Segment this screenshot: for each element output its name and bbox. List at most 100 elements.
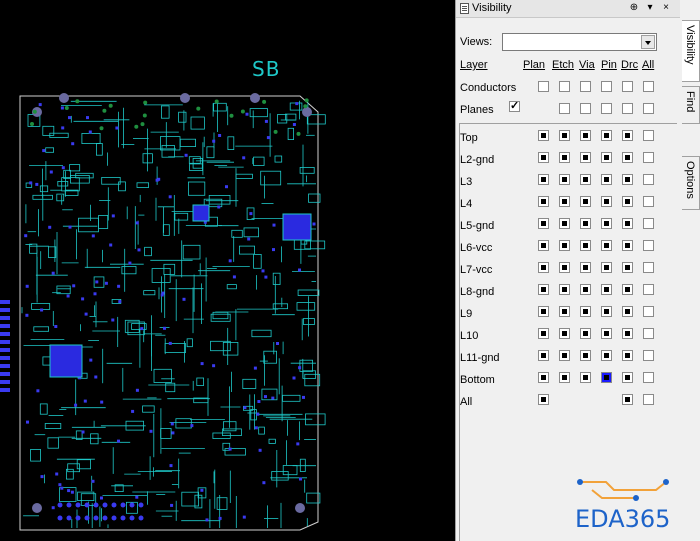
layer-plan-checkbox[interactable] xyxy=(622,240,633,251)
layer-via-checkbox[interactable] xyxy=(559,174,570,185)
layer-all-checkbox[interactable] xyxy=(643,130,654,141)
layer-via-checkbox[interactable] xyxy=(559,152,570,163)
layer-etch-checkbox[interactable] xyxy=(538,130,549,141)
close-button[interactable]: × xyxy=(660,1,672,15)
layer-etch-checkbox[interactable] xyxy=(538,306,549,317)
conductors-etch-checkbox[interactable] xyxy=(559,81,570,92)
conductors-via-checkbox[interactable] xyxy=(580,81,591,92)
conductors-pin-checkbox[interactable] xyxy=(601,81,612,92)
planes-visible-checkbox[interactable] xyxy=(509,99,520,112)
layer-via-checkbox[interactable] xyxy=(559,240,570,251)
layer-all-checkbox[interactable] xyxy=(643,306,654,317)
layer-plan-checkbox[interactable] xyxy=(622,130,633,141)
layer-plan-checkbox[interactable] xyxy=(622,174,633,185)
layer-via-checkbox[interactable] xyxy=(559,284,570,295)
col-header-etch[interactable]: Etch xyxy=(552,59,574,71)
planes-via-checkbox[interactable] xyxy=(580,103,591,114)
layer-via-checkbox[interactable] xyxy=(559,372,570,383)
layer-all-checkbox[interactable] xyxy=(643,372,654,383)
chevron-down-icon[interactable] xyxy=(641,35,655,49)
views-dropdown[interactable] xyxy=(502,33,657,51)
col-header-pin[interactable]: Pin xyxy=(601,59,617,71)
col-header-all[interactable]: All xyxy=(642,59,654,71)
layer-pin-checkbox[interactable] xyxy=(580,262,591,273)
layer-plan-checkbox[interactable] xyxy=(622,372,633,383)
layer-all-checkbox[interactable] xyxy=(643,284,654,295)
layer-pin-checkbox[interactable] xyxy=(580,130,591,141)
layer-plan-checkbox[interactable] xyxy=(622,350,633,361)
layer-all-checkbox[interactable] xyxy=(643,328,654,339)
layer-etch-checkbox[interactable] xyxy=(538,218,549,229)
layer-drc-checkbox[interactable] xyxy=(601,328,612,339)
layer-drc-checkbox[interactable] xyxy=(601,350,612,361)
layer-etch-checkbox[interactable] xyxy=(538,174,549,185)
panel-menu-button[interactable]: ▾ xyxy=(644,1,656,15)
tab-visibility[interactable]: Visibility xyxy=(682,20,700,82)
layer-via-checkbox[interactable] xyxy=(559,130,570,141)
layer-all-checkbox[interactable] xyxy=(643,350,654,361)
conductors-plan-checkbox[interactable] xyxy=(538,81,549,92)
layer-pin-checkbox[interactable] xyxy=(580,152,591,163)
layer-pin-checkbox[interactable] xyxy=(580,218,591,229)
layer-etch-checkbox[interactable] xyxy=(538,196,549,207)
all-plan-checkbox[interactable] xyxy=(622,394,633,405)
layer-pin-checkbox[interactable] xyxy=(580,174,591,185)
layer-plan-checkbox[interactable] xyxy=(622,196,633,207)
layer-all-checkbox[interactable] xyxy=(643,196,654,207)
layer-plan-checkbox[interactable] xyxy=(622,152,633,163)
planes-drc-checkbox[interactable] xyxy=(622,103,633,114)
all-etch-checkbox[interactable] xyxy=(538,394,549,405)
layer-via-checkbox[interactable] xyxy=(559,328,570,339)
layer-all-checkbox[interactable] xyxy=(643,262,654,273)
layer-pin-checkbox[interactable] xyxy=(580,328,591,339)
layer-all-checkbox[interactable] xyxy=(643,174,654,185)
layer-etch-checkbox[interactable] xyxy=(538,284,549,295)
layer-plan-checkbox[interactable] xyxy=(622,328,633,339)
planes-all-checkbox[interactable] xyxy=(643,103,654,114)
layer-pin-checkbox[interactable] xyxy=(580,196,591,207)
layer-pin-checkbox[interactable] xyxy=(580,350,591,361)
layer-drc-checkbox[interactable] xyxy=(601,218,612,229)
layer-drc-checkbox[interactable] xyxy=(601,372,612,383)
conductors-drc-checkbox[interactable] xyxy=(622,81,633,92)
layer-plan-checkbox[interactable] xyxy=(622,306,633,317)
layer-drc-checkbox[interactable] xyxy=(601,284,612,295)
col-header-plan[interactable]: Plan xyxy=(523,59,545,71)
planes-etch-checkbox[interactable] xyxy=(559,103,570,114)
layer-pin-checkbox[interactable] xyxy=(580,306,591,317)
layer-drc-checkbox[interactable] xyxy=(601,306,612,317)
layer-etch-checkbox[interactable] xyxy=(538,328,549,339)
layer-etch-checkbox[interactable] xyxy=(538,262,549,273)
layer-via-checkbox[interactable] xyxy=(559,196,570,207)
layer-plan-checkbox[interactable] xyxy=(622,218,633,229)
planes-pin-checkbox[interactable] xyxy=(601,103,612,114)
layer-etch-checkbox[interactable] xyxy=(538,372,549,383)
pin-button[interactable]: ⊕ xyxy=(628,1,640,15)
layer-drc-checkbox[interactable] xyxy=(601,240,612,251)
layer-all-checkbox[interactable] xyxy=(643,218,654,229)
layer-all-checkbox[interactable] xyxy=(643,240,654,251)
layer-drc-checkbox[interactable] xyxy=(601,196,612,207)
layer-plan-checkbox[interactable] xyxy=(622,284,633,295)
layer-via-checkbox[interactable] xyxy=(559,350,570,361)
layer-drc-checkbox[interactable] xyxy=(601,130,612,141)
layer-etch-checkbox[interactable] xyxy=(538,350,549,361)
layer-pin-checkbox[interactable] xyxy=(580,284,591,295)
layer-all-checkbox[interactable] xyxy=(643,152,654,163)
col-header-via[interactable]: Via xyxy=(579,59,595,71)
layer-via-checkbox[interactable] xyxy=(559,218,570,229)
layer-via-checkbox[interactable] xyxy=(559,262,570,273)
layer-drc-checkbox[interactable] xyxy=(601,174,612,185)
layer-drc-checkbox[interactable] xyxy=(601,262,612,273)
layer-drc-checkbox[interactable] xyxy=(601,152,612,163)
all-all-checkbox[interactable] xyxy=(643,394,654,405)
tab-options[interactable]: Options xyxy=(682,156,700,210)
conductors-all-checkbox[interactable] xyxy=(643,81,654,92)
layer-etch-checkbox[interactable] xyxy=(538,152,549,163)
layer-via-checkbox[interactable] xyxy=(559,306,570,317)
tab-find[interactable]: Find xyxy=(682,86,700,124)
pcb-canvas[interactable]: SB xyxy=(0,0,455,541)
pcb-layout-drawing[interactable] xyxy=(0,0,455,541)
layer-pin-checkbox[interactable] xyxy=(580,240,591,251)
layer-plan-checkbox[interactable] xyxy=(622,262,633,273)
